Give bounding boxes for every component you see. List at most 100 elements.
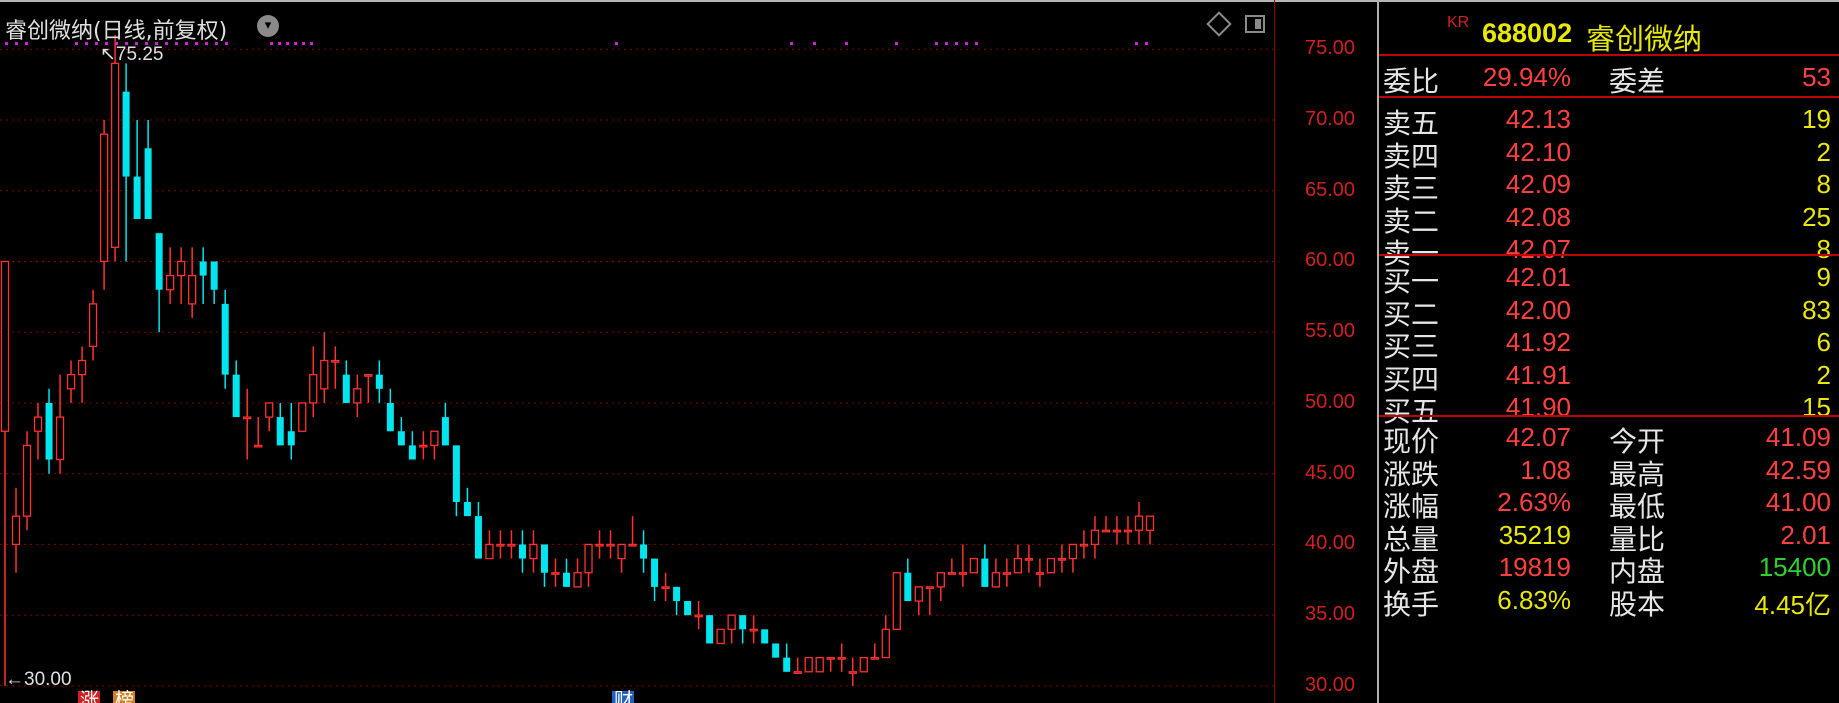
candle	[981, 544, 989, 587]
candle	[287, 402, 295, 460]
sell-row-price: 42.08	[1505, 201, 1571, 232]
candle	[1046, 557, 1056, 574]
candle	[408, 431, 416, 460]
candle	[199, 247, 207, 304]
candle	[375, 360, 383, 403]
stat-value: 42.07	[1505, 422, 1571, 452]
candle	[947, 558, 956, 575]
event-marker	[955, 42, 958, 45]
candle	[507, 530, 516, 559]
candle	[221, 289, 229, 389]
candle	[155, 233, 163, 333]
candle	[265, 402, 274, 432]
event-marker	[935, 42, 938, 45]
high-label: ↖75.25	[100, 44, 163, 65]
candle	[761, 629, 769, 644]
candle	[1145, 515, 1155, 545]
candle	[1024, 544, 1034, 573]
buy-row-volume: 2	[1816, 359, 1831, 390]
stat-label: 换手	[1383, 587, 1440, 621]
buy-row-volume: 9	[1816, 262, 1831, 292]
kline-chart[interactable]: ↖75.25 ←30.00 涨 榜 财	[0, 3, 1274, 703]
weibi-label: 委比	[1383, 65, 1440, 98]
buy-row-price: 42.00	[1505, 294, 1571, 325]
candle	[353, 374, 362, 418]
candle	[617, 543, 626, 573]
stat-value: 15400	[1758, 552, 1831, 582]
stat-value: 2.01	[1780, 519, 1831, 550]
sell-row-price: 42.10	[1505, 136, 1571, 167]
candle	[651, 558, 659, 602]
quote-panel: KR 688002 睿创微纳 委比 29.94% 委差 53 卖五 42.13 19…	[1377, 0, 1839, 703]
candle	[485, 530, 494, 560]
candle	[584, 543, 593, 587]
price-axis: 75.00 70.00 65.00 60.00 55.00 50.00 45.00 40.00…	[1274, 0, 1377, 703]
panel-toggle-icon[interactable]	[1245, 15, 1265, 33]
candle	[430, 430, 439, 460]
candle	[22, 431, 32, 531]
candle	[562, 558, 570, 587]
y-tick-label: 55.00	[1305, 320, 1356, 343]
y-tick-label: 50.00	[1305, 390, 1356, 413]
stat-value: 6.83%	[1497, 584, 1571, 615]
candle	[77, 346, 87, 403]
y-tick-label: 75.00	[1305, 37, 1356, 60]
candle	[694, 601, 703, 630]
candle	[991, 558, 1001, 588]
candle	[1002, 558, 1012, 587]
stat-value: 2.63%	[1497, 487, 1571, 517]
candle	[110, 35, 120, 262]
candle	[232, 360, 240, 418]
candle	[936, 572, 945, 602]
candle	[1134, 501, 1144, 545]
candle	[188, 247, 197, 319]
candle	[342, 360, 350, 403]
candle	[496, 530, 505, 559]
stat-label: 股本	[1609, 587, 1666, 621]
stock-name: 睿创微纳	[1586, 22, 1703, 56]
sell-row-volume: 25	[1802, 201, 1831, 232]
stat-value: 42.59	[1765, 454, 1831, 485]
badge-text: 榜	[115, 689, 134, 703]
app-root: ↖75.25 ←30.00 涨 榜 财 睿创微纳(日线,前复权) ▾ 75.00 70.0…	[0, 0, 1839, 703]
chevron-down-icon[interactable]: ▾	[257, 15, 279, 37]
buy-row-volume: 6	[1816, 327, 1831, 357]
candle	[628, 516, 637, 547]
candle	[144, 119, 152, 220]
candle	[331, 346, 340, 389]
event-marker	[895, 42, 898, 45]
candle	[1090, 516, 1100, 559]
stat-value: 19819	[1498, 552, 1571, 582]
candle	[892, 572, 901, 630]
candle	[595, 530, 604, 559]
weicha-value: 53	[1802, 62, 1831, 92]
candle	[739, 615, 747, 644]
candle	[540, 544, 548, 587]
divider	[1379, 54, 1839, 56]
event-marker	[294, 42, 297, 45]
badge-text: 涨	[80, 689, 99, 703]
candle	[804, 656, 813, 673]
event-marker	[813, 42, 816, 45]
buy-row-price: 42.01	[1505, 262, 1571, 292]
candle	[958, 544, 967, 587]
candle	[66, 360, 76, 403]
candle	[33, 402, 43, 460]
low-label: ←30.00	[5, 669, 72, 690]
candle	[716, 628, 725, 645]
sell-row-price: 42.09	[1505, 169, 1571, 199]
candle	[177, 247, 186, 304]
candle	[1035, 558, 1045, 587]
event-marker	[615, 42, 618, 45]
stat-row: 换手 6.83% 股本 4.45亿	[1379, 581, 1839, 621]
stat-value: 35219	[1498, 519, 1571, 550]
candle	[904, 558, 912, 602]
badge-text: 财	[614, 689, 633, 703]
candle	[441, 402, 449, 446]
candle	[397, 417, 405, 446]
candle	[55, 374, 65, 474]
divider	[1379, 96, 1839, 98]
candle	[793, 657, 802, 674]
candle	[463, 487, 471, 517]
kline-chart-area[interactable]: ↖75.25 ←30.00 涨 榜 财 睿创微纳(日线,前复权) ▾	[0, 3, 1274, 703]
